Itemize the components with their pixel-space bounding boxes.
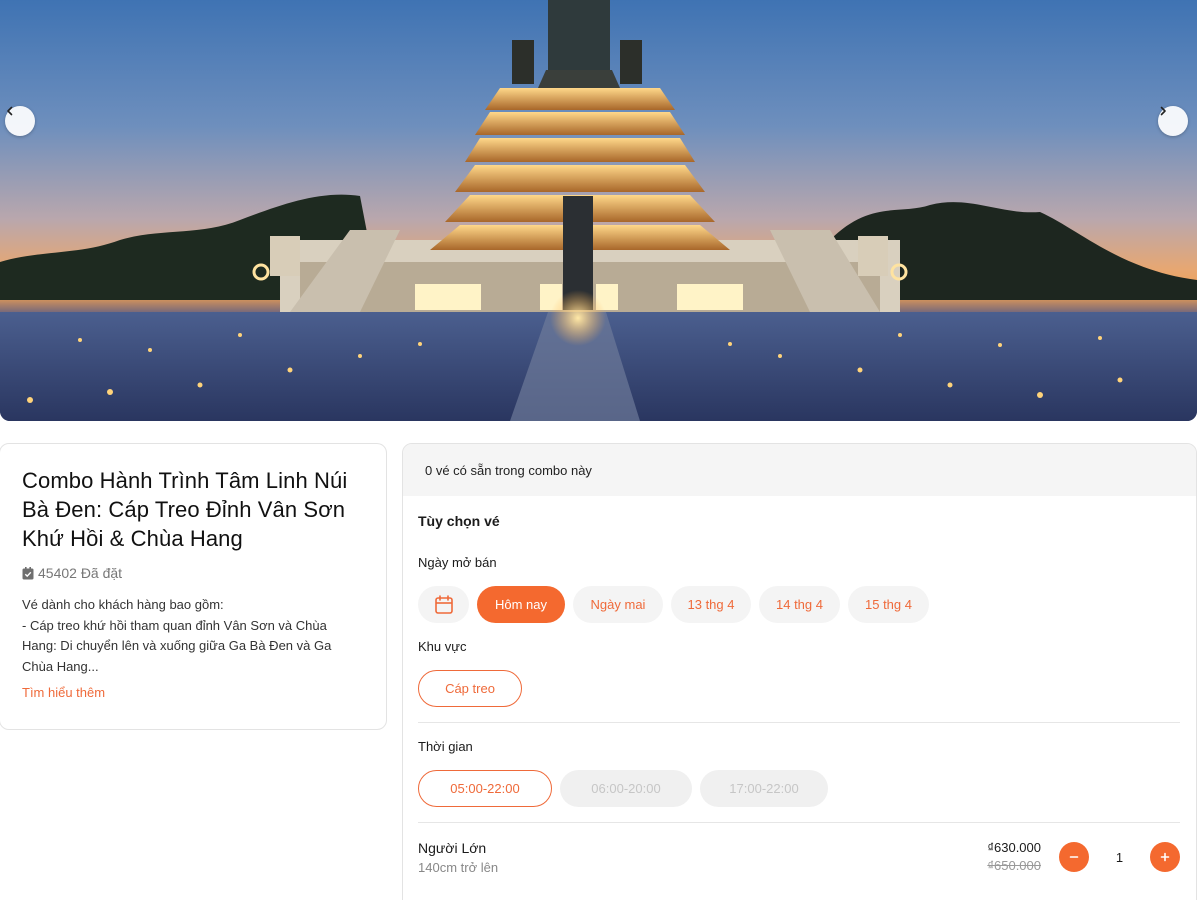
calendar-icon	[434, 595, 453, 614]
product-info-card: Combo Hành Trình Tâm Linh Núi Bà Đen: Cá…	[0, 443, 387, 730]
booking-panel: 0 vé có sẵn trong combo này Tùy chọn vé …	[402, 443, 1197, 900]
plus-icon	[1160, 852, 1170, 862]
price-original: ₫650.000	[987, 858, 1041, 873]
product-title: Combo Hành Trình Tâm Linh Núi Bà Đen: Cá…	[22, 468, 348, 551]
quantity-stepper: 1	[1059, 842, 1180, 872]
divider	[418, 822, 1180, 823]
decrease-button[interactable]	[1059, 842, 1089, 872]
learn-more-link[interactable]: Tìm hiểu thêm	[22, 685, 105, 700]
minus-icon	[1069, 856, 1079, 858]
chevron-left-icon	[7, 106, 13, 116]
date-selector: Hôm nay Ngày mai 13 thg 4 14 thg 4 15 th…	[418, 586, 1180, 623]
ticket-name: Người Lớn	[418, 840, 487, 856]
ticket-height-note: 140cm trở lên	[418, 860, 499, 875]
carousel-prev-button[interactable]	[5, 106, 35, 136]
ticket-options-title: Tùy chọn vé	[418, 513, 500, 529]
price-current: ₫630.000	[987, 840, 1041, 855]
date-chip-today[interactable]: Hôm nay	[477, 586, 565, 623]
time-selector: 05:00-22:00 06:00-20:00 17:00-22:00	[418, 770, 1180, 807]
ticket-row-adult: Người Lớn 140cm trở lên ₫630.000 ₫650.00…	[418, 840, 1180, 875]
date-chip-13-apr[interactable]: 13 thg 4	[671, 586, 751, 623]
carousel-next-button[interactable]	[1158, 106, 1188, 136]
divider	[418, 722, 1180, 723]
sale-date-label: Ngày mở bán	[418, 555, 497, 570]
area-chip-cable-car[interactable]: Cáp treo	[418, 670, 522, 707]
calendar-button[interactable]	[418, 586, 469, 623]
area-label: Khu vực	[418, 639, 467, 654]
date-chip-14-apr[interactable]: 14 thg 4	[759, 586, 840, 623]
booked-count: 45402 Đã đặt	[22, 565, 364, 581]
time-label: Thời gian	[418, 739, 473, 754]
time-chip-1700-2200: 17:00-22:00	[700, 770, 828, 807]
temple-photo	[0, 0, 1197, 421]
ticket-check-icon	[22, 566, 34, 579]
time-chip-0500-2200[interactable]: 05:00-22:00	[418, 770, 552, 807]
chevron-right-icon	[1160, 106, 1166, 116]
increase-button[interactable]	[1150, 842, 1180, 872]
product-description: Vé dành cho khách hàng bao gồm: - Cáp tr…	[22, 597, 332, 674]
booked-text: 45402 Đã đặt	[38, 565, 123, 581]
hero-image	[0, 0, 1197, 421]
time-chip-0600-2000: 06:00-20:00	[560, 770, 692, 807]
date-chip-15-apr[interactable]: 15 thg 4	[848, 586, 929, 623]
availability-banner: 0 vé có sẵn trong combo này	[403, 444, 1196, 496]
date-chip-tomorrow[interactable]: Ngày mai	[573, 586, 663, 623]
quantity-value: 1	[1115, 849, 1124, 865]
